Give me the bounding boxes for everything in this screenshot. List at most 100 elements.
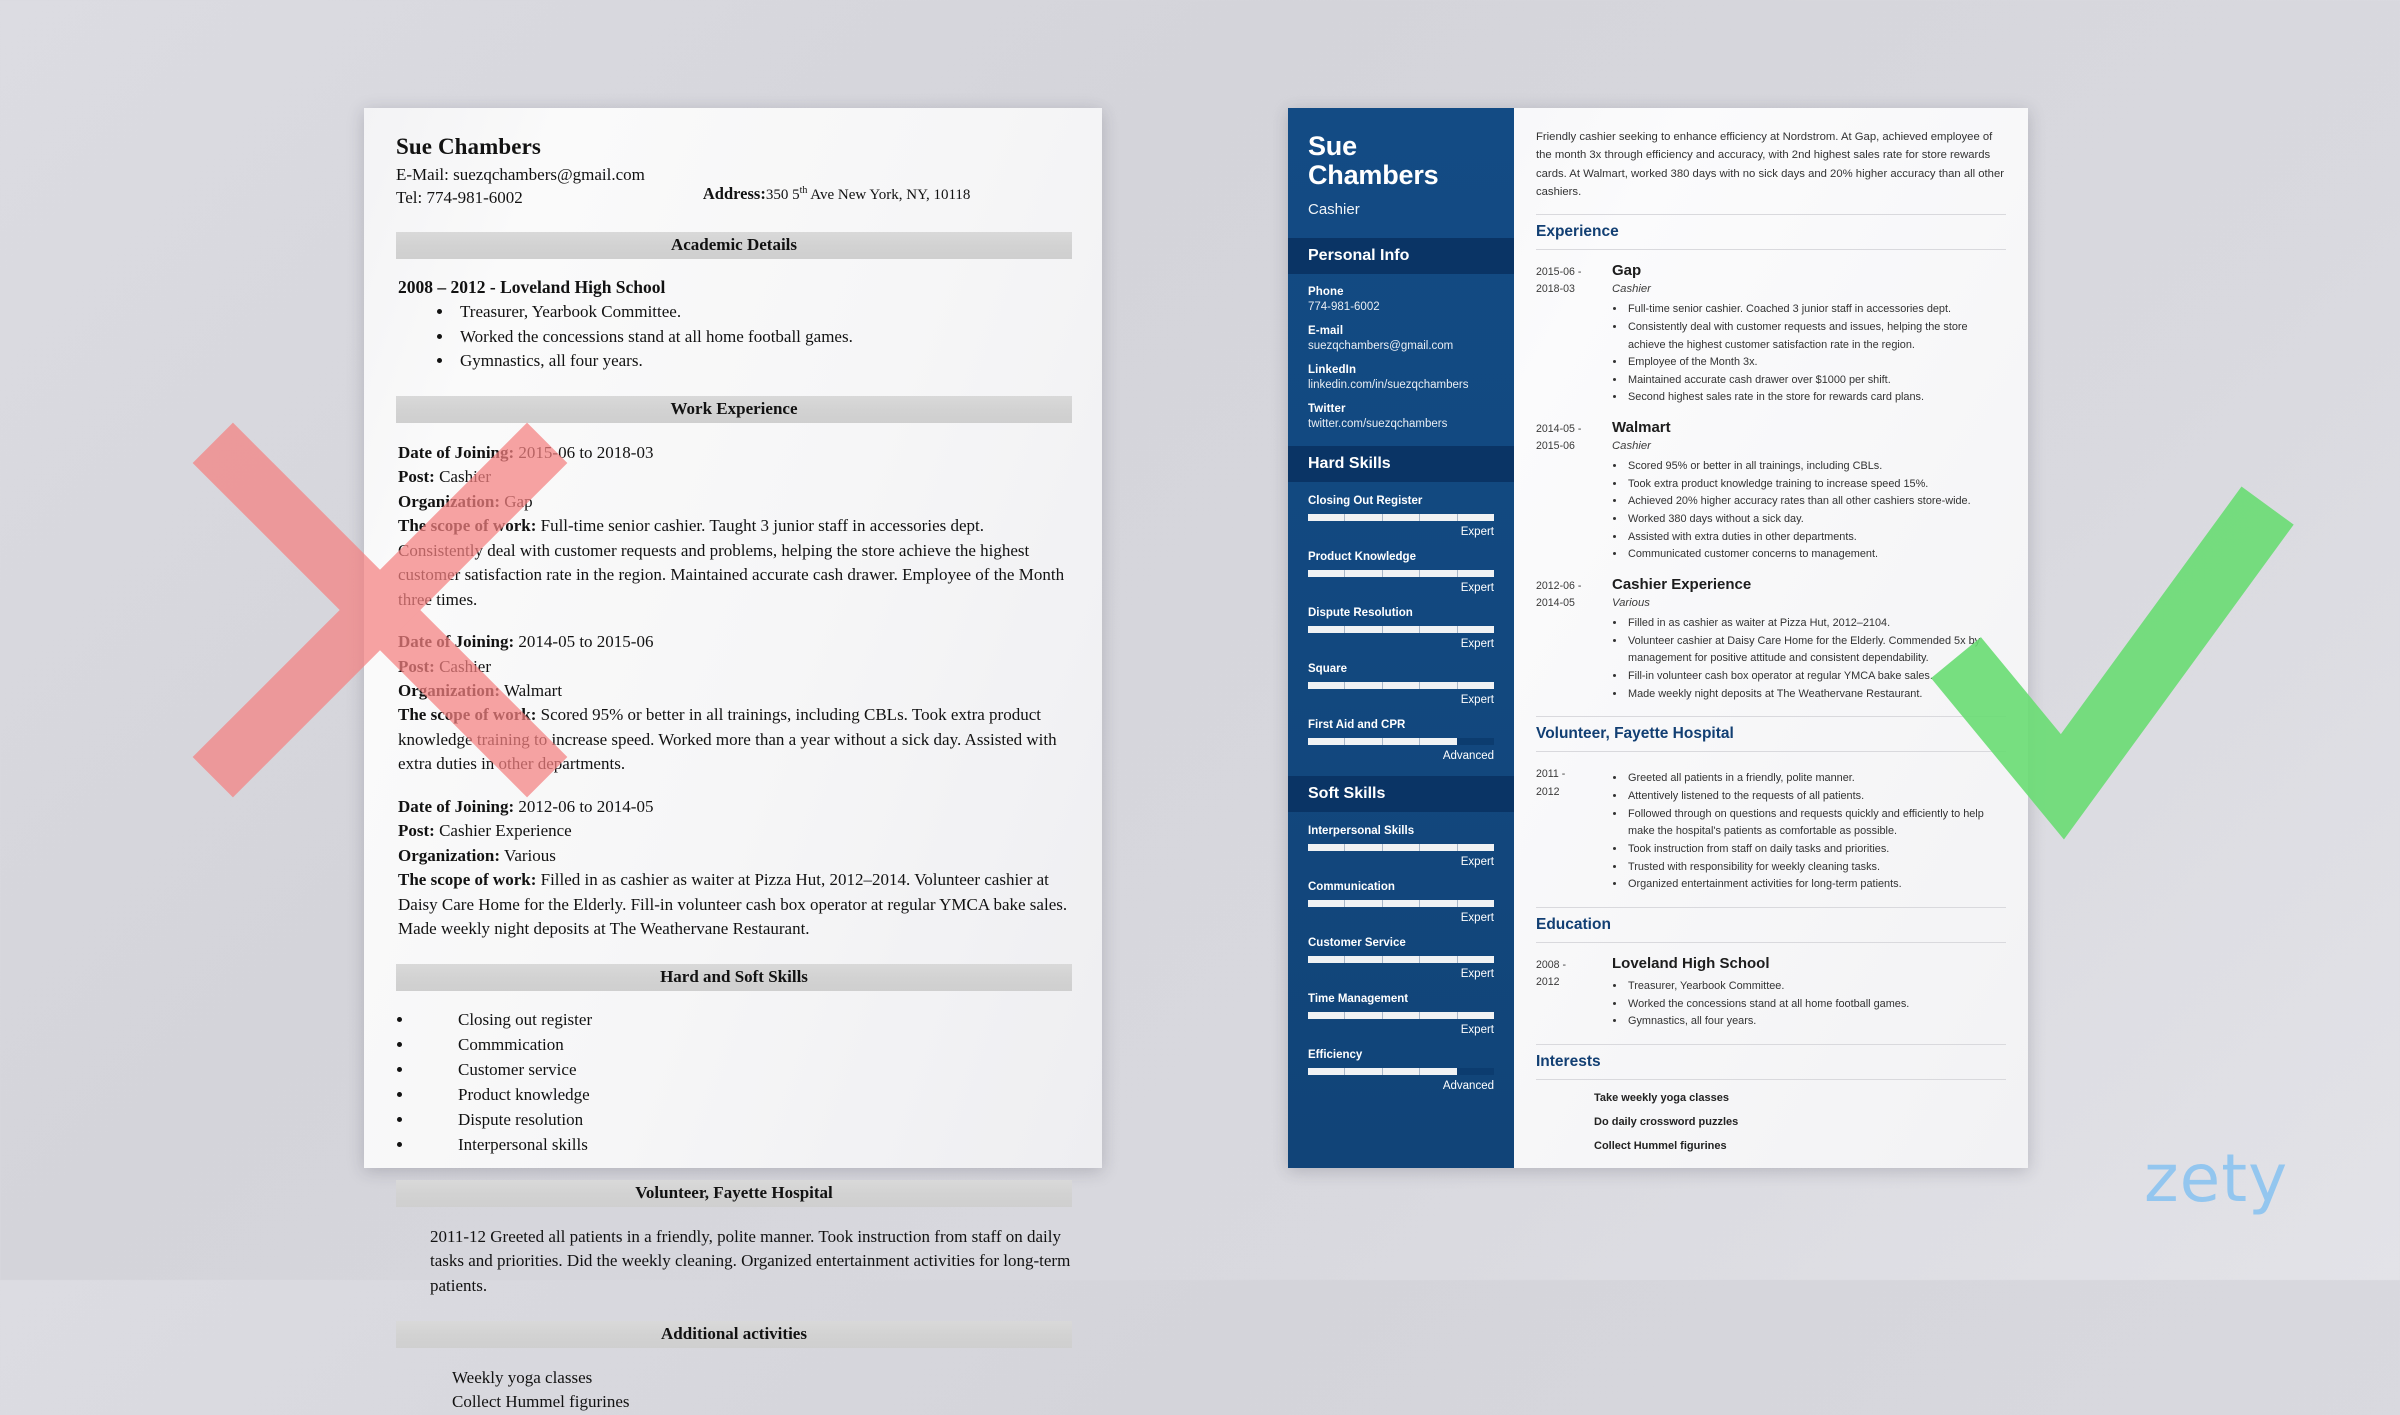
contact-label: LinkedIn (1308, 363, 1357, 376)
sidebar-band-soft-skills: Soft Skills (1288, 775, 1514, 812)
bad-section-band-academic: Academic Details (396, 231, 1072, 259)
list-item: Collect Hummel figurines (452, 1392, 630, 1412)
entry-body: Gap Cashier Full-time senior cashier. Coac… (1612, 262, 2006, 407)
list-item: Full-time senior cashier. Coached 3 juni… (1626, 301, 2006, 319)
skill-row: Square Expert (1288, 663, 1514, 706)
bad-job-org: Walmart (500, 681, 563, 701)
sidebar-header: Sue Chambers Cashier (1288, 108, 1514, 238)
bad-resume-contact-left: E-Mail: suezqchambers@gmail.com Tel: 774… (396, 164, 645, 210)
bad-job-post: Cashier (434, 656, 492, 676)
bad-label-date: Date of Joining: (398, 632, 515, 652)
contact-item-twitter: Twitter twitter.com/suezqchambers (1308, 403, 1494, 430)
skill-level: Expert (1460, 581, 1494, 594)
bad-job-post: Cashier Experience (434, 821, 572, 841)
skill-label: First Aid and CPR (1308, 718, 1406, 731)
skill-bar-track (1308, 681, 1494, 689)
sidebar-name-last: Chambers (1308, 159, 1439, 190)
list-item: Product knowledge (414, 1082, 1072, 1107)
list-item: Closing out register (414, 1007, 1072, 1032)
list-item: Customer service (414, 1057, 1072, 1082)
bad-resume-tel: Tel: 774-981-6002 (396, 187, 523, 207)
bad-resume-email: E-Mail: suezqchambers@gmail.com (396, 165, 645, 184)
list-item: Volunteer cashier at Daisy Care Home for… (1626, 633, 2006, 668)
bad-label-post: Post: (398, 656, 435, 676)
bad-school-line: 2008 – 2012 - Loveland High School (398, 276, 666, 297)
entry-bullets: Full-time senior cashier. Coached 3 juni… (1626, 301, 2006, 407)
entry-organization: Cashier Experience (1612, 576, 1752, 594)
bad-job-entry: Date of Joining: 2014-05 to 2015-06 Post… (398, 630, 1070, 777)
entry-role: Cashier (1612, 440, 1651, 453)
skill-bar-ticks (1308, 737, 1494, 745)
list-item: Achieved 20% higher accuracy rates than … (1626, 493, 2006, 511)
skill-label: Efficiency (1308, 1048, 1363, 1061)
bad-label-scope: The scope of work: (398, 516, 537, 536)
list-item: Took instruction from staff on daily tas… (1626, 841, 2006, 859)
skill-row: First Aid and CPR Advanced (1288, 719, 1514, 762)
skill-bar-track (1308, 737, 1494, 745)
sidebar-name: Sue Chambers (1308, 132, 1494, 190)
skill-level: Expert (1460, 1023, 1494, 1036)
skill-bar-ticks (1308, 513, 1494, 521)
skill-label: Dispute Resolution (1308, 606, 1413, 619)
bad-resume-contact-block: E-Mail: suezqchambers@gmail.com Tel: 774… (396, 164, 1072, 210)
skill-bar-ticks (1308, 1067, 1494, 1075)
bad-label-scope: The scope of work: (398, 705, 537, 725)
skill-label: Closing Out Register (1308, 494, 1423, 507)
sidebar-band-personal-info: Personal Info (1288, 237, 1514, 274)
entry-bullets: Greeted all patients in a friendly, poli… (1626, 770, 2006, 894)
skill-row: Time Management Expert (1288, 993, 1514, 1036)
skill-bar-track (1308, 625, 1494, 633)
resume-entry: 2008 -2012 Loveland High School Treasurer,… (1536, 955, 2006, 1031)
list-item: Take weekly yoga classes (1594, 1091, 1729, 1104)
skill-label: Time Management (1308, 992, 1409, 1005)
skill-label: Communication (1308, 880, 1395, 893)
bad-label-org: Organization: (398, 681, 500, 701)
entry-organization: Walmart (1612, 419, 1671, 437)
resume-entry: 2012-06 -2014-05 Cashier Experience Variou… (1536, 576, 2006, 703)
list-item: Dispute resolution (414, 1107, 1072, 1132)
list-item: Worked the concessions stand at all home… (1626, 996, 2006, 1014)
bad-label-post: Post: (398, 821, 435, 841)
skill-label: Square (1308, 662, 1347, 675)
skill-bar-ticks (1308, 569, 1494, 577)
list-item: Greeted all patients in a friendly, poli… (1626, 770, 2006, 788)
list-item: Worked 380 days without a sick day. (1626, 511, 2006, 529)
contact-value: suezqchambers@gmail.com (1308, 339, 1454, 352)
skill-row: Customer Service Expert (1288, 937, 1514, 980)
skill-bar-ticks (1308, 843, 1494, 851)
skill-level: Expert (1460, 637, 1494, 650)
skill-level: Expert (1460, 967, 1494, 980)
resume-entry: 2011 -2012 Greeted all patients in a frie… (1536, 764, 2006, 894)
bad-job-date: 2014-05 to 2015-06 (514, 632, 654, 652)
contact-item-email: E-mail suezqchambers@gmail.com (1308, 325, 1494, 352)
skill-bar-track (1308, 843, 1494, 851)
contact-value: twitter.com/suezqchambers (1308, 417, 1448, 430)
entry-role: Various (1612, 597, 1650, 610)
contact-label: E-mail (1308, 324, 1344, 337)
hard-skills-list: Closing Out Register Expert Product Know… (1288, 495, 1514, 762)
list-item: Assisted with extra duties in other depa… (1626, 529, 2006, 547)
skill-bar-ticks (1308, 1011, 1494, 1019)
bad-label-scope: The scope of work: (398, 870, 537, 890)
bad-section-band-volunteer: Volunteer, Fayette Hospital (396, 1179, 1072, 1207)
list-item: Consistently deal with customer requests… (1626, 319, 2006, 354)
resume-summary: Friendly cashier seeking to enhance effi… (1536, 131, 2005, 198)
list-item: Collect Hummel figurines (1594, 1139, 1727, 1152)
bad-job-post: Cashier (434, 467, 492, 487)
skill-level: Expert (1460, 693, 1494, 706)
list-item: Weekly yoga classes (452, 1367, 593, 1387)
resume-sidebar: Sue Chambers Cashier Personal Info Phone… (1288, 108, 1514, 1168)
skill-level: Advanced (1442, 1079, 1494, 1092)
bad-label-post: Post: (398, 467, 435, 487)
section-title: Volunteer, Fayette Hospital (1536, 716, 2006, 753)
skill-bar-ticks (1308, 625, 1494, 633)
bad-section-academic: 2008 – 2012 - Loveland High School Treas… (396, 277, 1072, 374)
list-item: Followed through on questions and reques… (1626, 806, 2006, 841)
contact-label: Phone (1308, 285, 1344, 298)
entry-dates: 2015-06 -2018-03 (1536, 266, 1582, 296)
list-item: Maintained accurate cash drawer over $10… (1626, 372, 2006, 390)
list-item: Attentively listened to the requests of … (1626, 788, 2006, 806)
list-item: Scored 95% or better in all trainings, i… (1626, 458, 2006, 476)
bad-job-entry: Date of Joining: 2015-06 to 2018-03 Post… (398, 441, 1070, 612)
entry-body: Cashier Experience Various Filled in as ca… (1612, 576, 2006, 703)
